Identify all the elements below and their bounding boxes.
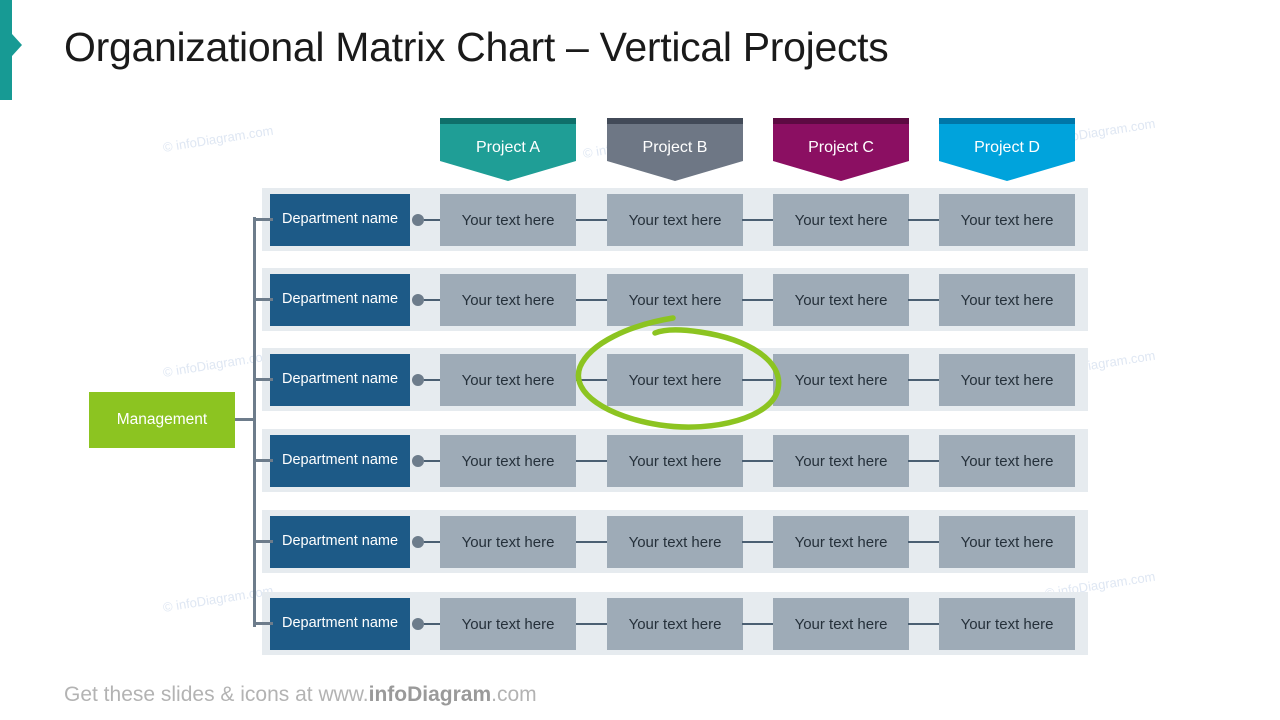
- matrix-cell[interactable]: Your text here: [440, 194, 576, 246]
- department-connector-stub: [253, 298, 273, 301]
- department-node[interactable]: Department name: [270, 435, 410, 487]
- department-node[interactable]: Department name: [270, 274, 410, 326]
- matrix-row: Department name Your text here Your text h…: [262, 348, 1088, 411]
- cell-connector-line: [576, 219, 607, 221]
- matrix-cell[interactable]: Your text here: [440, 598, 576, 650]
- matrix-cell[interactable]: Your text here: [607, 516, 743, 568]
- project-header-c[interactable]: Project C: [773, 118, 909, 181]
- project-header-label: Project A: [475, 138, 541, 156]
- matrix-cell[interactable]: Your text here: [440, 435, 576, 487]
- cell-connector-line: [424, 460, 440, 462]
- matrix-row: Department name Your text here Your text h…: [262, 268, 1088, 331]
- accent-bar: [0, 0, 12, 100]
- project-header-a[interactable]: Project A: [440, 118, 576, 181]
- matrix-cell[interactable]: Your text here: [607, 598, 743, 650]
- department-node[interactable]: Department name: [270, 516, 410, 568]
- cell-connector-line: [424, 623, 440, 625]
- footer-brand: infoDiagram: [368, 683, 492, 706]
- cell-connector-line: [424, 219, 440, 221]
- project-header-body: Project D: [939, 124, 1075, 181]
- matrix-cell[interactable]: Your text here: [939, 354, 1075, 406]
- matrix-cell[interactable]: Your text here: [773, 354, 909, 406]
- project-header-b[interactable]: Project B: [607, 118, 743, 181]
- matrix-cell[interactable]: Your text here: [607, 274, 743, 326]
- matrix-cell[interactable]: Your text here: [773, 435, 909, 487]
- department-connector-stub: [253, 540, 273, 543]
- department-connector-dot: [412, 455, 424, 467]
- project-header-label: Project B: [642, 138, 708, 156]
- matrix-cell[interactable]: Your text here: [440, 354, 576, 406]
- matrix-cell[interactable]: Your text here: [939, 435, 1075, 487]
- matrix-cell[interactable]: Your text here: [607, 354, 743, 406]
- cell-connector-line: [742, 623, 773, 625]
- project-header-body: Project C: [773, 124, 909, 181]
- matrix-cell[interactable]: Your text here: [773, 274, 909, 326]
- watermark-text: © infoDiagram.com: [161, 582, 275, 615]
- project-header-body: Project A: [440, 124, 576, 181]
- footer-suffix: .com: [491, 683, 537, 706]
- cell-connector-line: [908, 623, 939, 625]
- cell-connector-line: [576, 299, 607, 301]
- matrix-cell[interactable]: Your text here: [939, 194, 1075, 246]
- matrix-row: Department name Your text here Your text h…: [262, 429, 1088, 492]
- matrix-cell[interactable]: Your text here: [440, 516, 576, 568]
- matrix-row: Department name Your text here Your text h…: [262, 510, 1088, 573]
- matrix-row: Department name Your text here Your text h…: [262, 592, 1088, 655]
- cell-connector-line: [742, 219, 773, 221]
- cell-connector-line: [576, 379, 607, 381]
- watermark-text: © infoDiagram.com: [161, 347, 275, 380]
- department-connector-dot: [412, 536, 424, 548]
- cell-connector-line: [742, 460, 773, 462]
- department-connector-dot: [412, 214, 424, 226]
- matrix-cell[interactable]: Your text here: [939, 274, 1075, 326]
- cell-connector-line: [742, 541, 773, 543]
- slide-canvas: Organizational Matrix Chart – Vertical P…: [0, 0, 1280, 720]
- cell-connector-line: [908, 379, 939, 381]
- matrix-row: Department name Your text here Your text h…: [262, 188, 1088, 251]
- cell-connector-line: [742, 299, 773, 301]
- watermark-text: © infoDiagram.com: [161, 122, 275, 155]
- cell-connector-line: [424, 379, 440, 381]
- matrix-cell[interactable]: Your text here: [773, 516, 909, 568]
- cell-connector-line: [908, 299, 939, 301]
- project-header-d[interactable]: Project D: [939, 118, 1075, 181]
- department-connector-stub: [253, 622, 273, 625]
- matrix-cell[interactable]: Your text here: [440, 274, 576, 326]
- department-node[interactable]: Department name: [270, 598, 410, 650]
- cell-connector-line: [576, 623, 607, 625]
- matrix-cell[interactable]: Your text here: [939, 516, 1075, 568]
- department-connector-dot: [412, 294, 424, 306]
- matrix-cell[interactable]: Your text here: [607, 194, 743, 246]
- project-header-label: Project D: [974, 138, 1040, 156]
- department-connector-stub: [253, 459, 273, 462]
- cell-connector-line: [576, 460, 607, 462]
- cell-connector-line: [576, 541, 607, 543]
- matrix-cell[interactable]: Your text here: [939, 598, 1075, 650]
- department-connector-stub: [253, 378, 273, 381]
- cell-connector-line: [424, 541, 440, 543]
- page-title: Organizational Matrix Chart – Vertical P…: [64, 24, 889, 70]
- management-connector: [235, 418, 255, 421]
- department-connector-dot: [412, 374, 424, 386]
- cell-connector-line: [908, 460, 939, 462]
- department-connector-stub: [253, 218, 273, 221]
- department-node[interactable]: Department name: [270, 354, 410, 406]
- department-node[interactable]: Department name: [270, 194, 410, 246]
- project-header-body: Project B: [607, 124, 743, 181]
- footer-credit: Get these slides & icons at www.infoDiag…: [64, 683, 537, 707]
- matrix-cell[interactable]: Your text here: [773, 194, 909, 246]
- cell-connector-line: [908, 219, 939, 221]
- org-trunk-line: [253, 217, 256, 627]
- project-header-label: Project C: [808, 138, 874, 156]
- cell-connector-line: [424, 299, 440, 301]
- matrix-cell[interactable]: Your text here: [773, 598, 909, 650]
- management-node[interactable]: Management: [89, 392, 235, 448]
- cell-connector-line: [742, 379, 773, 381]
- matrix-cell[interactable]: Your text here: [607, 435, 743, 487]
- accent-arrow-icon: [12, 34, 22, 56]
- department-connector-dot: [412, 618, 424, 630]
- cell-connector-line: [908, 541, 939, 543]
- footer-prefix: Get these slides & icons at www.: [64, 683, 369, 706]
